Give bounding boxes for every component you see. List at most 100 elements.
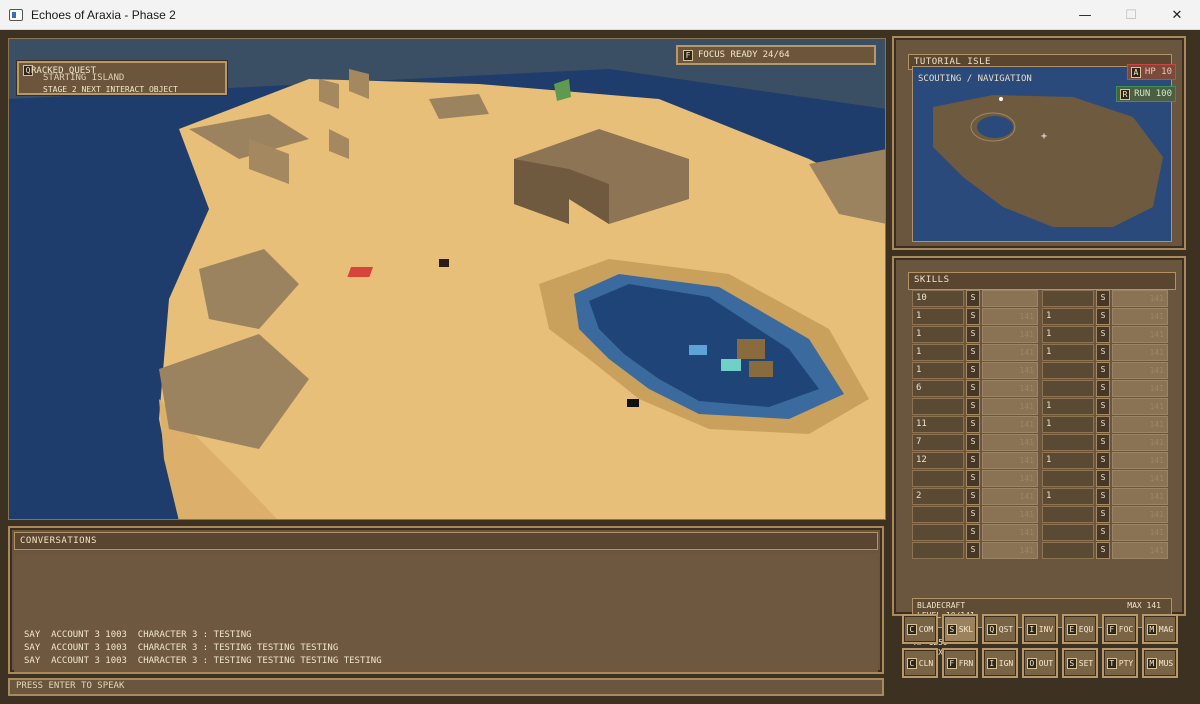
skill-slot[interactable]: 11 S 141 bbox=[912, 416, 1042, 433]
chat-line: SAY ACCOUNT 3 1003 CHARACTER 3 : TESTING… bbox=[24, 643, 339, 653]
skill-row: 11 S 141 1 S 141 bbox=[912, 416, 1172, 434]
menu-button-label: QST bbox=[998, 624, 1014, 634]
hotkey: M bbox=[1146, 657, 1157, 669]
skill-slot[interactable]: 2 S 141 bbox=[912, 488, 1042, 505]
menu-button-skl[interactable]: S SKL bbox=[942, 614, 978, 644]
skill-progress-bar: 141 bbox=[1112, 398, 1168, 415]
menu-button-set[interactable]: S SET bbox=[1062, 648, 1098, 678]
skill-slot[interactable]: 1 S 141 bbox=[912, 344, 1042, 361]
skill-slot[interactable]: S 141 bbox=[1042, 290, 1172, 307]
run-label: RUN 100 bbox=[1134, 89, 1172, 99]
close-button[interactable]: ✕ bbox=[1154, 0, 1200, 30]
skill-level-value bbox=[1042, 380, 1094, 397]
skill-slot[interactable]: S 141 bbox=[1042, 506, 1172, 523]
skill-slot[interactable]: 7 S 141 bbox=[912, 434, 1042, 451]
menu-button-cln[interactable]: C CLN bbox=[902, 648, 938, 678]
run-key: R bbox=[1120, 88, 1131, 100]
skill-slot[interactable]: S 141 bbox=[912, 524, 1042, 541]
conversation-log[interactable]: SAY ACCOUNT 3 1003 CHARACTER 3 : TESTING… bbox=[14, 554, 878, 672]
minimize-button[interactable]: — bbox=[1062, 0, 1108, 30]
skill-progress-bar: 141 bbox=[982, 524, 1038, 541]
tracked-quest-panel[interactable]: Q RACKED QUEST STARTING ISLAND STAGE 2 N… bbox=[17, 61, 227, 95]
skill-level-value: 1 bbox=[912, 362, 964, 379]
menu-button-mag[interactable]: M MAG bbox=[1142, 614, 1178, 644]
skill-icon: S bbox=[1096, 362, 1110, 379]
hp-indicator[interactable]: A HP 10 bbox=[1126, 64, 1176, 80]
hotkey: T bbox=[1106, 657, 1117, 669]
skill-slot[interactable]: 1 S 141 bbox=[1042, 308, 1172, 325]
skill-slot[interactable]: S 141 bbox=[1042, 542, 1172, 559]
skill-icon: S bbox=[966, 416, 980, 433]
conversations-panel: CONVERSATIONS SAY ACCOUNT 3 1003 CHARACT… bbox=[8, 526, 884, 674]
skill-slot[interactable]: 1 S 141 bbox=[1042, 344, 1172, 361]
skill-slot[interactable]: S 141 bbox=[1042, 434, 1172, 451]
menu-button-frn[interactable]: F FRN bbox=[942, 648, 978, 678]
world-viewport[interactable]: Q RACKED QUEST STARTING ISLAND STAGE 2 N… bbox=[8, 38, 886, 520]
menu-button-label: OUT bbox=[1038, 658, 1054, 668]
skill-progress-bar: 141 bbox=[1112, 416, 1168, 433]
skill-slot[interactable]: 1 S 141 bbox=[912, 326, 1042, 343]
skill-slot[interactable]: 1 S 141 bbox=[912, 362, 1042, 379]
skill-icon: S bbox=[1096, 398, 1110, 415]
minimap-subtitle: SCOUTING / NAVIGATION bbox=[918, 74, 1032, 84]
menu-button-mus[interactable]: M MUS bbox=[1142, 648, 1178, 678]
skill-icon: S bbox=[966, 380, 980, 397]
skill-level-value: 1 bbox=[1042, 452, 1094, 469]
menu-button-inv[interactable]: I INV bbox=[1022, 614, 1058, 644]
skill-slot[interactable]: 10 S bbox=[912, 290, 1042, 307]
skill-progress-bar: 141 bbox=[982, 542, 1038, 559]
skill-slot[interactable]: S 141 bbox=[1042, 524, 1172, 541]
skill-row: 2 S 141 1 S 141 bbox=[912, 488, 1172, 506]
skill-slot[interactable]: S 141 bbox=[912, 542, 1042, 559]
skill-icon: S bbox=[966, 542, 980, 559]
menu-button-ign[interactable]: I IGN bbox=[982, 648, 1018, 678]
menu-button-out[interactable]: O OUT bbox=[1022, 648, 1058, 678]
skill-icon: S bbox=[1096, 506, 1110, 523]
focus-key: F bbox=[683, 49, 693, 61]
focus-status[interactable]: F FOCUS READY 24/64 bbox=[676, 45, 876, 65]
menu-button-label: MAG bbox=[1158, 624, 1174, 634]
menu-button-pty[interactable]: T PTY bbox=[1102, 648, 1138, 678]
skill-slot[interactable]: S 141 bbox=[912, 398, 1042, 415]
menu-button-com[interactable]: C COM bbox=[902, 614, 938, 644]
menu-button-equ[interactable]: E EQU bbox=[1062, 614, 1098, 644]
hp-key: A bbox=[1130, 66, 1141, 78]
skill-slot[interactable]: S 141 bbox=[1042, 380, 1172, 397]
skill-slot[interactable]: 1 S 141 bbox=[1042, 326, 1172, 343]
skill-slot[interactable]: 1 S 141 bbox=[1042, 452, 1172, 469]
skill-progress-bar: 141 bbox=[982, 452, 1038, 469]
skill-row: 1 S 141 1 S 141 bbox=[912, 308, 1172, 326]
skill-slot[interactable]: 12 S 141 bbox=[912, 452, 1042, 469]
skill-level-value: 11 bbox=[912, 416, 964, 433]
skill-slot[interactable]: 1 S 141 bbox=[912, 308, 1042, 325]
skill-slot[interactable]: S 141 bbox=[1042, 362, 1172, 379]
skill-icon: S bbox=[966, 398, 980, 415]
menu-button-label: SET bbox=[1078, 658, 1094, 668]
maximize-button[interactable]: ☐ bbox=[1108, 0, 1154, 30]
menu-button-foc[interactable]: F FOC bbox=[1102, 614, 1138, 644]
menu-button-qst[interactable]: Q QST bbox=[982, 614, 1018, 644]
skill-progress-bar: 141 bbox=[1112, 452, 1168, 469]
skill-slot[interactable]: 6 S 141 bbox=[912, 380, 1042, 397]
skill-progress-bar: 141 bbox=[982, 506, 1038, 523]
skill-slot[interactable]: S 141 bbox=[1042, 470, 1172, 487]
skill-slot[interactable]: 1 S 141 bbox=[1042, 488, 1172, 505]
skill-level-value: 7 bbox=[912, 434, 964, 451]
skill-slot[interactable]: S 141 bbox=[912, 470, 1042, 487]
menu-button-label: FRN bbox=[958, 658, 974, 668]
skill-level-value bbox=[912, 506, 964, 523]
skill-level-value: 1 bbox=[912, 326, 964, 343]
skill-level-value: 1 bbox=[1042, 326, 1094, 343]
menu-button-label: COM bbox=[918, 624, 934, 634]
skill-level-value: 1 bbox=[912, 344, 964, 361]
chat-input[interactable]: PRESS ENTER TO SPEAK bbox=[8, 678, 884, 696]
skill-slot[interactable]: 1 S 141 bbox=[1042, 398, 1172, 415]
run-indicator[interactable]: R RUN 100 bbox=[1116, 86, 1176, 102]
skill-slot[interactable]: S 141 bbox=[912, 506, 1042, 523]
quest-zone: STARTING ISLAND bbox=[43, 73, 125, 83]
skill-slot[interactable]: 1 S 141 bbox=[1042, 416, 1172, 433]
skill-icon: S bbox=[966, 362, 980, 379]
skill-icon: S bbox=[1096, 380, 1110, 397]
skill-icon: S bbox=[1096, 416, 1110, 433]
skill-max: MAX 141 bbox=[1127, 601, 1161, 610]
